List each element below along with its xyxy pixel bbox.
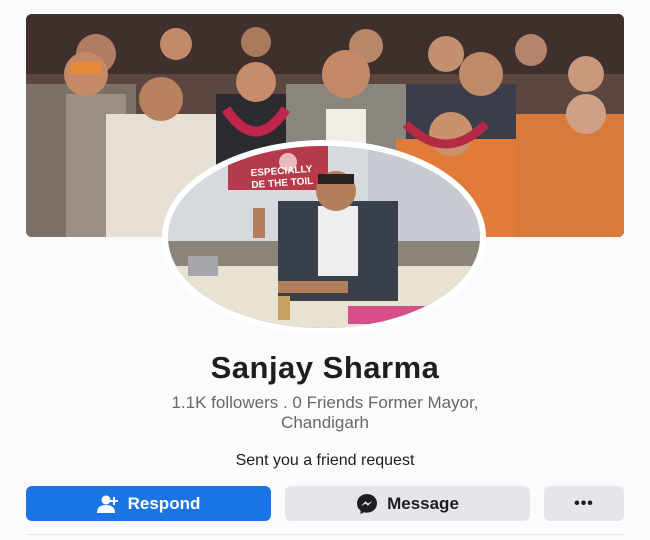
- respond-button[interactable]: Respond: [26, 486, 271, 521]
- profile-subtitle: 1.1K followers . 0 Friends Former Mayor,…: [70, 393, 580, 433]
- followers-line: 1.1K followers . 0 Friends Former Mayor,: [171, 393, 479, 412]
- add-friend-icon: [96, 495, 118, 513]
- more-icon: •••: [574, 494, 594, 512]
- message-label: Message: [387, 493, 459, 513]
- profile-photo-image: [168, 146, 480, 328]
- message-button[interactable]: Message: [285, 486, 530, 521]
- profile-name: Sanjay Sharma: [210, 350, 440, 385]
- profile-picture[interactable]: ESPECIALLY DE THE TOIL: [168, 146, 480, 328]
- divider: [26, 534, 624, 535]
- location-line: Chandigarh: [281, 413, 369, 432]
- friend-request-text: Sent you a friend request: [235, 452, 415, 469]
- profile-card: ESPECIALLY DE THE TOIL Sanjay Sharma 1.1…: [0, 0, 650, 540]
- more-options-button[interactable]: •••: [544, 486, 624, 521]
- respond-label: Respond: [127, 493, 201, 513]
- messenger-icon: [357, 493, 378, 514]
